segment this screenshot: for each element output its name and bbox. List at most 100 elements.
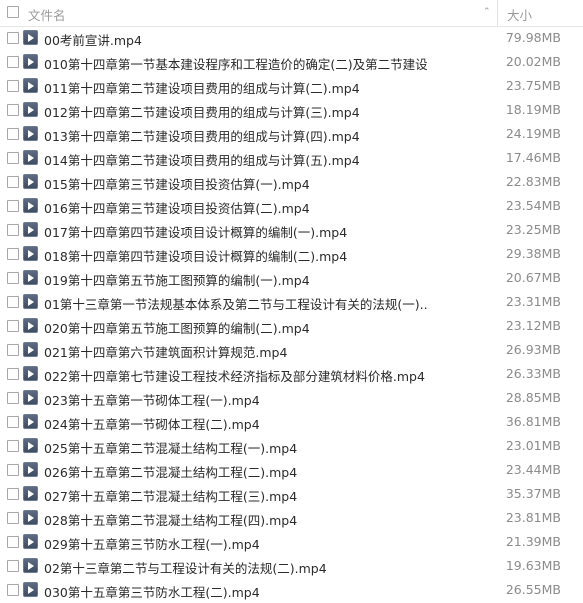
row-checkbox[interactable] [7,584,19,596]
file-name[interactable]: 013第十四章第二节建设项目费用的组成与计算(四).mp4 [44,126,429,145]
file-row[interactable]: 011第十四章第二节建设项目费用的组成与计算(二).mp4 23.75MB [0,74,583,98]
file-size: 23.75MB [505,78,561,93]
file-row[interactable]: 027第十五章第二节混凝土结构工程(三).mp4 35.37MB [0,482,583,506]
file-name[interactable]: 026第十五章第二节混凝土结构工程(二).mp4 [44,462,429,481]
file-size: 26.55MB [505,582,561,597]
video-file-icon [23,102,38,117]
file-row[interactable]: 016第十四章第三节建设项目投资估算(二).mp4 23.54MB [0,194,583,218]
file-name[interactable]: 02第十三章第二节与工程设计有关的法规(二).mp4 [44,558,429,577]
file-size: 23.01MB [505,438,561,453]
file-size: 23.31MB [505,294,561,309]
file-row[interactable]: 014第十四章第二节建设项目费用的组成与计算(五).mp4 17.46MB [0,146,583,170]
file-row[interactable]: 020第十四章第五节施工图预算的编制(二).mp4 23.12MB [0,314,583,338]
file-size: 35.37MB [505,486,561,501]
file-name[interactable]: 017第十四章第四节建设项目设计概算的编制(一).mp4 [44,222,429,241]
file-size: 22.83MB [505,174,561,189]
row-checkbox[interactable] [7,464,19,476]
file-row[interactable]: 021第十四章第六节建筑面积计算规范.mp4 26.93MB [0,338,583,362]
video-file-icon [23,126,38,141]
video-file-icon [23,438,38,453]
row-checkbox[interactable] [7,560,19,572]
sort-chevron-icon[interactable]: ⌃ [483,7,491,17]
file-name[interactable]: 015第十四章第三节建设项目投资估算(一).mp4 [44,174,429,193]
file-row[interactable]: 022第十四章第七节建设工程技术经济指标及部分建筑材料价格.mp4 26.33MB [0,362,583,386]
row-checkbox[interactable] [7,104,19,116]
file-size: 18.19MB [505,102,561,117]
file-row[interactable]: 015第十四章第三节建设项目投资估算(一).mp4 22.83MB [0,170,583,194]
file-name[interactable]: 028第十五章第二节混凝土结构工程(四).mp4 [44,510,429,529]
video-file-icon [23,150,38,165]
file-size: 23.81MB [505,510,561,525]
file-name[interactable]: 016第十四章第三节建设项目投资估算(二).mp4 [44,198,429,217]
row-checkbox[interactable] [7,32,19,44]
column-divider[interactable] [497,0,498,26]
row-checkbox[interactable] [7,152,19,164]
file-name[interactable]: 014第十四章第二节建设项目费用的组成与计算(五).mp4 [44,150,429,169]
file-name[interactable]: 01第十三章第一节法规基本体系及第二节与工程设计有关的法规(一).... [44,294,429,313]
file-row[interactable]: 010第十四章第一节基本建设程序和工程造价的确定(二)及第二节建设... 20.0… [0,50,583,74]
file-name[interactable]: 012第十四章第二节建设项目费用的组成与计算(三).mp4 [44,102,429,121]
select-all-checkbox[interactable] [7,6,19,18]
row-checkbox[interactable] [7,224,19,236]
file-size: 21.39MB [505,534,561,549]
file-row[interactable]: 028第十五章第二节混凝土结构工程(四).mp4 23.81MB [0,506,583,530]
file-row[interactable]: 026第十五章第二节混凝土结构工程(二).mp4 23.44MB [0,458,583,482]
file-row[interactable]: 029第十五章第三节防水工程(一).mp4 21.39MB [0,530,583,554]
file-size: 20.02MB [505,54,561,69]
file-name[interactable]: 018第十四章第四节建设项目设计概算的编制(二).mp4 [44,246,429,265]
file-row[interactable]: 017第十四章第四节建设项目设计概算的编制(一).mp4 23.25MB [0,218,583,242]
row-checkbox[interactable] [7,272,19,284]
row-checkbox[interactable] [7,176,19,188]
file-row[interactable]: 023第十五章第一节砌体工程(一).mp4 28.85MB [0,386,583,410]
file-row[interactable]: 012第十四章第二节建设项目费用的组成与计算(三).mp4 18.19MB [0,98,583,122]
video-file-icon [23,366,38,381]
video-file-icon [23,390,38,405]
file-row[interactable]: 00考前宣讲.mp4 79.98MB [0,26,583,50]
video-file-icon [23,294,38,309]
file-row[interactable]: 018第十四章第四节建设项目设计概算的编制(二).mp4 29.38MB [0,242,583,266]
row-checkbox[interactable] [7,128,19,140]
file-row[interactable]: 02第十三章第二节与工程设计有关的法规(二).mp4 19.63MB [0,554,583,578]
row-checkbox[interactable] [7,56,19,68]
file-row[interactable]: 013第十四章第二节建设项目费用的组成与计算(四).mp4 24.19MB [0,122,583,146]
file-name[interactable]: 010第十四章第一节基本建设程序和工程造价的确定(二)及第二节建设... [44,54,429,73]
file-size: 19.63MB [505,558,561,573]
file-name[interactable]: 011第十四章第二节建设项目费用的组成与计算(二).mp4 [44,78,429,97]
file-name[interactable]: 020第十四章第五节施工图预算的编制(二).mp4 [44,318,429,337]
file-name[interactable]: 030第十五章第三节防水工程(二).mp4 [44,582,429,601]
row-checkbox[interactable] [7,200,19,212]
row-checkbox[interactable] [7,344,19,356]
row-checkbox[interactable] [7,488,19,500]
row-checkbox[interactable] [7,368,19,380]
row-checkbox[interactable] [7,320,19,332]
row-checkbox[interactable] [7,248,19,260]
column-header-name[interactable]: 文件名 [28,5,66,24]
file-size: 36.81MB [505,414,561,429]
row-checkbox[interactable] [7,80,19,92]
file-name[interactable]: 019第十四章第五节施工图预算的编制(一).mp4 [44,270,429,289]
file-row[interactable]: 025第十五章第二节混凝土结构工程(一).mp4 23.01MB [0,434,583,458]
file-row[interactable]: 019第十四章第五节施工图预算的编制(一).mp4 20.67MB [0,266,583,290]
file-row[interactable]: 01第十三章第一节法规基本体系及第二节与工程设计有关的法规(一).... 23.3… [0,290,583,314]
file-name[interactable]: 023第十五章第一节砌体工程(一).mp4 [44,390,429,409]
file-name[interactable]: 029第十五章第三节防水工程(一).mp4 [44,534,429,553]
row-checkbox[interactable] [7,392,19,404]
file-size: 23.25MB [505,222,561,237]
file-name[interactable]: 00考前宣讲.mp4 [44,30,429,49]
file-name[interactable]: 021第十四章第六节建筑面积计算规范.mp4 [44,342,429,361]
file-name[interactable]: 024第十五章第一节砌体工程(二).mp4 [44,414,429,433]
row-checkbox[interactable] [7,512,19,524]
column-header-size[interactable]: 大小 [507,5,532,24]
row-checkbox[interactable] [7,416,19,428]
file-name[interactable]: 022第十四章第七节建设工程技术经济指标及部分建筑材料价格.mp4 [44,366,429,385]
row-checkbox[interactable] [7,440,19,452]
video-file-icon [23,30,38,45]
file-name[interactable]: 025第十五章第二节混凝土结构工程(一).mp4 [44,438,429,457]
file-name[interactable]: 027第十五章第二节混凝土结构工程(三).mp4 [44,486,429,505]
row-checkbox[interactable] [7,296,19,308]
file-row[interactable]: 030第十五章第三节防水工程(二).mp4 26.55MB [0,578,583,602]
row-checkbox[interactable] [7,536,19,548]
video-file-icon [23,78,38,93]
file-row[interactable]: 024第十五章第一节砌体工程(二).mp4 36.81MB [0,410,583,434]
video-file-icon [23,270,38,285]
